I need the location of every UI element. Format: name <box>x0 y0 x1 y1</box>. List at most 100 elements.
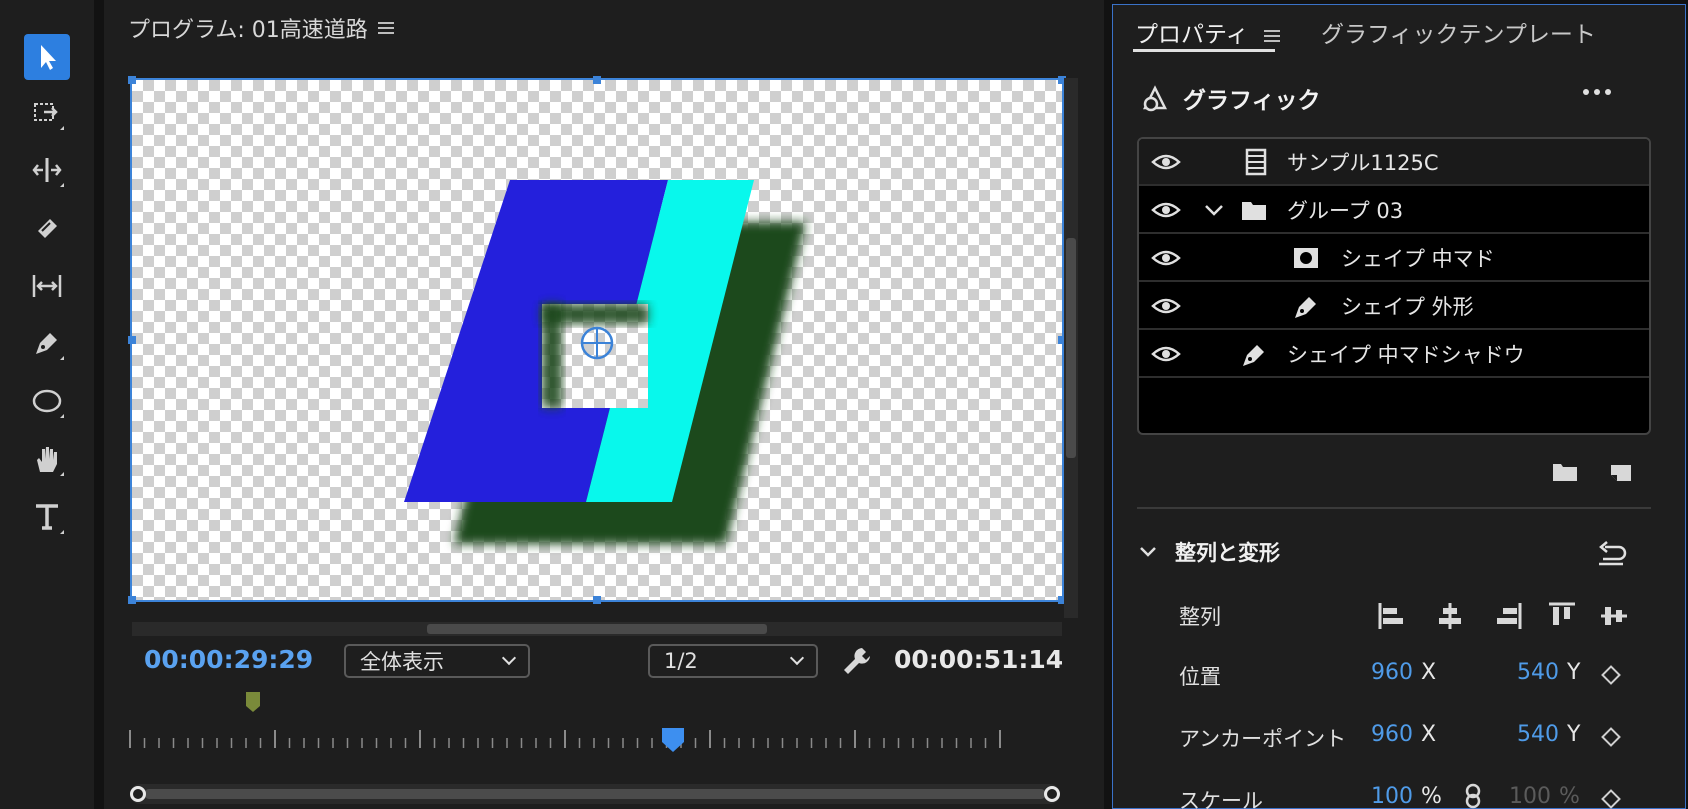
graphic-shape-icon <box>1142 85 1168 112</box>
zoom-end-handle[interactable] <box>1044 786 1060 802</box>
timeline-zoom-bar[interactable] <box>130 784 1060 804</box>
keyframe-diamond-icon[interactable] <box>1601 665 1621 685</box>
in-point-marker-icon[interactable] <box>244 690 262 714</box>
track-select-forward-tool-button[interactable] <box>24 90 70 136</box>
anchor-x-axis-label: X <box>1421 722 1437 747</box>
bounding-handle-top-left[interactable] <box>128 76 136 84</box>
chevron-down-icon[interactable] <box>1199 195 1229 225</box>
zoom-start-handle[interactable] <box>130 786 146 802</box>
align-transform-header[interactable]: 整列と変形 <box>1137 537 1280 567</box>
type-tool-button[interactable] <box>24 494 70 540</box>
position-y-value[interactable]: 540 <box>1517 660 1559 685</box>
layer-row[interactable]: シェイプ 中マドシャドウ <box>1139 331 1649 378</box>
position-x-axis-label: X <box>1421 660 1437 685</box>
layer-label: シェイプ 中マドシャドウ <box>1287 342 1525 367</box>
ellipse-tool-button[interactable] <box>24 378 70 424</box>
eye-icon[interactable] <box>1151 247 1181 269</box>
ellipse-icon <box>32 389 62 413</box>
keyframe-diamond-icon[interactable] <box>1601 727 1621 747</box>
selection-tool-button[interactable] <box>24 34 70 80</box>
scale-value[interactable]: 100 <box>1371 784 1413 809</box>
graphic-section-title: グラフィック <box>1183 88 1321 114</box>
razor-tool-button[interactable] <box>24 205 70 251</box>
eye-icon[interactable] <box>1151 343 1181 365</box>
new-group-folder-icon[interactable] <box>1551 459 1579 483</box>
graphic-preview <box>404 180 806 544</box>
resolution-value: 1/2 <box>664 649 698 673</box>
slip-icon <box>32 275 62 297</box>
anchor-y-axis-label: Y <box>1567 722 1581 747</box>
align-left-icon[interactable] <box>1375 599 1409 633</box>
program-monitor-panel: プログラム: 01高速道路 00:00:29:29 全体表示 1/2 00:00… <box>104 0 1104 809</box>
chevron-down-icon <box>501 650 517 666</box>
panel-menu-icon[interactable] <box>377 22 394 34</box>
type-icon <box>36 504 58 530</box>
anchor-x-value[interactable]: 960 <box>1371 722 1413 747</box>
align-horizontal-center-icon[interactable] <box>1433 599 1467 633</box>
tab-properties-label: プロパティ <box>1135 22 1249 48</box>
eye-icon[interactable] <box>1151 199 1181 221</box>
hand-tool-button[interactable] <box>24 436 70 482</box>
wrench-icon[interactable] <box>840 644 874 678</box>
scale-height-unit: % <box>1559 784 1580 809</box>
monitor-horizontal-scrollbar[interactable] <box>132 622 1062 636</box>
chevron-down-icon <box>789 650 805 666</box>
pen-icon <box>1243 345 1264 366</box>
bounding-handle-bottom[interactable] <box>593 596 601 604</box>
scale-label: スケール <box>1179 789 1263 809</box>
chevron-down-icon <box>1140 547 1156 557</box>
bounding-handle-top[interactable] <box>593 76 601 84</box>
program-canvas[interactable] <box>128 76 1066 604</box>
razor-icon <box>38 219 57 238</box>
reset-icon[interactable] <box>1595 539 1627 569</box>
layer-row[interactable]: シェイプ 外形 <box>1139 283 1649 330</box>
align-transform-title: 整列と変形 <box>1175 541 1280 565</box>
monitor-title[interactable]: プログラム: 01高速道路 <box>128 12 394 44</box>
bounding-handle-bottom-left[interactable] <box>128 596 136 604</box>
anchor-point-label: アンカーポイント <box>1179 727 1347 751</box>
keyframe-diamond-icon[interactable] <box>1601 789 1621 809</box>
zoom-level-select[interactable]: 全体表示 <box>344 644 530 678</box>
tab-properties[interactable]: プロパティ <box>1135 15 1280 49</box>
align-vertical-center-icon[interactable] <box>1597 599 1631 633</box>
scale-unit: % <box>1421 784 1442 809</box>
new-layer-icon[interactable] <box>1607 459 1635 483</box>
layer-label: サンプル1125C <box>1287 150 1439 175</box>
bounding-handle-left[interactable] <box>128 336 136 344</box>
pen-tool-button[interactable] <box>24 320 70 366</box>
layer-row[interactable]: グループ 03 <box>1139 187 1649 234</box>
pen-icon <box>36 333 57 354</box>
layer-row[interactable]: シェイプ 中マド <box>1139 235 1649 282</box>
eye-icon[interactable] <box>1151 295 1181 317</box>
layer-label: シェイプ 中マド <box>1341 246 1495 271</box>
layer-row[interactable]: サンプル1125C <box>1139 139 1649 186</box>
current-timecode[interactable]: 00:00:29:29 <box>144 645 313 674</box>
align-label: 整列 <box>1179 605 1221 629</box>
slip-tool-button[interactable] <box>24 263 70 309</box>
eye-icon[interactable] <box>1151 151 1181 173</box>
playhead-icon[interactable] <box>660 726 686 756</box>
anchor-y-value[interactable]: 540 <box>1517 722 1559 747</box>
folder-icon <box>1242 202 1266 220</box>
align-top-icon[interactable] <box>1545 599 1579 633</box>
tab-graphic-templates[interactable]: グラフィックテンプレート <box>1321 15 1596 49</box>
zoom-level-value: 全体表示 <box>360 650 444 674</box>
more-options-icon[interactable] <box>1583 89 1611 95</box>
film-icon <box>1245 148 1267 176</box>
hand-icon <box>37 447 57 472</box>
anchor-point-icon[interactable] <box>580 326 614 360</box>
tools-panel <box>0 0 94 809</box>
ripple-edit-tool-button[interactable] <box>24 147 70 193</box>
position-label: 位置 <box>1179 665 1221 689</box>
time-ruler[interactable] <box>128 726 1008 754</box>
monitor-title-text: プログラム: 01高速道路 <box>128 18 368 43</box>
graphic-section-header: グラフィック <box>1139 81 1321 115</box>
layer-label: グループ 03 <box>1287 198 1404 223</box>
position-x-value[interactable]: 960 <box>1371 660 1413 685</box>
active-tab-indicator <box>1133 49 1275 52</box>
playback-resolution-select[interactable]: 1/2 <box>648 644 818 678</box>
panel-menu-icon[interactable] <box>1263 29 1280 42</box>
constrain-proportions-link-icon[interactable] <box>1463 783 1483 809</box>
align-right-icon[interactable] <box>1491 599 1525 633</box>
monitor-vertical-scrollbar[interactable] <box>1064 78 1078 618</box>
